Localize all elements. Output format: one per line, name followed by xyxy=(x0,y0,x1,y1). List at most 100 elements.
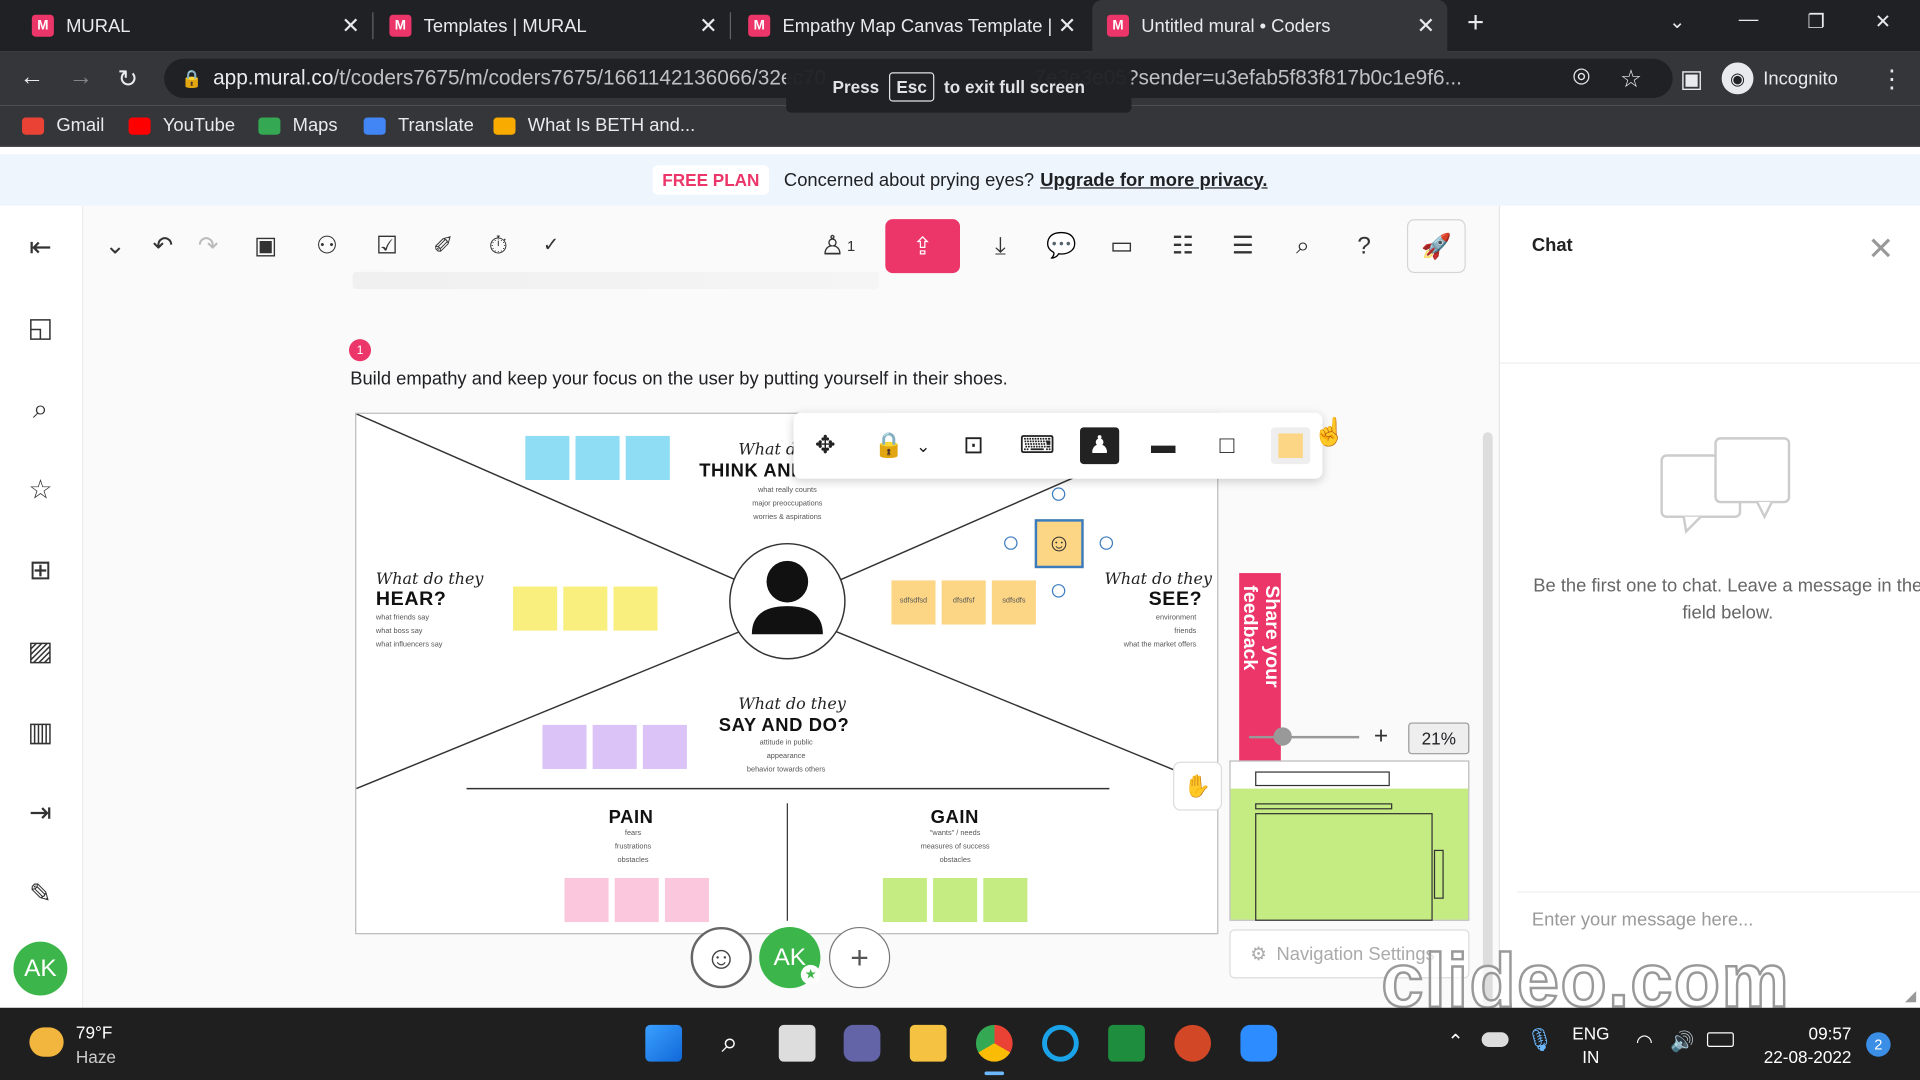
weather-desc[interactable]: Haze xyxy=(76,1047,116,1067)
keyboard-icon[interactable]: ⌨ xyxy=(1018,427,1057,464)
weather-temp[interactable]: 79°F xyxy=(76,1022,112,1042)
outline-list-icon[interactable]: ☰ xyxy=(1225,228,1262,265)
image-icon[interactable]: ▨ xyxy=(23,634,57,668)
sticky-note[interactable] xyxy=(613,586,658,631)
incognito-button[interactable]: ◉ Incognito xyxy=(1721,59,1838,98)
canvas-scrollbar[interactable] xyxy=(1482,432,1493,1008)
sticky-note[interactable] xyxy=(983,877,1028,923)
share-button[interactable]: ⇪ xyxy=(885,219,961,274)
chat-icon[interactable]: ▭ xyxy=(1103,228,1140,265)
zoom-level[interactable]: 21% xyxy=(1408,722,1470,755)
outline-icon[interactable]: ▣ xyxy=(247,228,284,265)
zoom-in-icon[interactable]: + xyxy=(1374,722,1388,750)
sticky-note[interactable] xyxy=(592,724,637,769)
sticky-note[interactable] xyxy=(575,435,620,481)
sticky-note[interactable] xyxy=(614,877,659,923)
eye-off-icon[interactable]: ◎ xyxy=(1572,64,1590,88)
browser-menu-icon[interactable]: ⋮ xyxy=(1880,64,1904,95)
sticky-note-icon[interactable]: ◱ xyxy=(23,311,57,345)
sticky-note[interactable]: dfsdfsf xyxy=(941,580,986,625)
onedrive-icon[interactable] xyxy=(1481,1032,1509,1047)
sticky-note[interactable] xyxy=(542,724,587,769)
close-window-icon[interactable]: ✕ xyxy=(1875,10,1891,34)
activity-icon[interactable]: ☷ xyxy=(1164,228,1201,265)
file-explorer-icon[interactable] xyxy=(909,1024,947,1062)
chevron-up-icon[interactable]: ⌃ xyxy=(1447,1030,1463,1054)
sticky-note[interactable] xyxy=(513,586,558,631)
search-icon[interactable]: ⌕ xyxy=(711,1025,748,1062)
sticky-color-swatch[interactable] xyxy=(1271,427,1311,465)
start-windows-icon[interactable] xyxy=(645,1024,683,1062)
bookmark-beth[interactable]: What Is BETH and... xyxy=(493,115,695,136)
close-tab-icon[interactable]: ✕ xyxy=(699,13,717,39)
move-icon[interactable]: ✥ xyxy=(806,427,845,464)
favorites-star-icon[interactable]: ☆ xyxy=(23,473,57,507)
pan-hand-icon[interactable]: ✋ xyxy=(1173,761,1223,811)
pen-icon[interactable]: ✎ xyxy=(23,877,57,911)
microphone-icon[interactable]: 🎙 xyxy=(1526,1027,1554,1053)
sticky-note[interactable]: sdfsdfs xyxy=(991,580,1036,625)
sticky-note[interactable] xyxy=(625,435,670,481)
private-mode-icon[interactable]: ⚇ xyxy=(309,228,346,265)
close-tab-icon[interactable]: ✕ xyxy=(342,13,360,39)
battery-icon[interactable] xyxy=(1706,1032,1734,1047)
browser-tab[interactable]: M MURAL ✕ xyxy=(17,0,374,51)
minimize-icon[interactable]: — xyxy=(1739,10,1759,32)
empathy-map-board[interactable]: What do they THINK AND FEEL? what really… xyxy=(355,412,1220,935)
selected-sticky-note[interactable]: ☺ xyxy=(1034,519,1084,569)
focus-icon[interactable]: ⊡ xyxy=(954,427,993,464)
import-icon[interactable]: ⇥ xyxy=(23,796,57,830)
reactions-button[interactable]: ☺ xyxy=(690,926,752,989)
wifi-icon[interactable]: ◠ xyxy=(1636,1030,1653,1054)
help-icon[interactable]: ? xyxy=(1346,228,1383,265)
bookmark-gmail[interactable]: Gmail xyxy=(22,115,104,136)
task-view-icon[interactable] xyxy=(778,1024,816,1062)
zoom-slider-handle[interactable] xyxy=(1273,727,1292,746)
reload-icon[interactable]: ↻ xyxy=(118,64,139,95)
clock[interactable]: 09:57 22-08-2022 xyxy=(1753,1022,1852,1069)
powerpoint-icon[interactable] xyxy=(1174,1024,1212,1062)
exit-icon[interactable]: ⇤ xyxy=(23,230,57,264)
sticky-note[interactable] xyxy=(525,435,570,481)
restore-icon[interactable]: ❐ xyxy=(1807,10,1825,34)
tab-search-icon[interactable]: ⌄ xyxy=(1669,10,1685,34)
library-icon[interactable]: ▥ xyxy=(23,715,57,749)
volume-icon[interactable]: 🔊 xyxy=(1670,1030,1694,1054)
weather-icon[interactable] xyxy=(29,1027,64,1057)
close-icon[interactable]: ✕ xyxy=(1867,230,1894,268)
sticky-note[interactable] xyxy=(664,877,709,923)
bookmark-maps[interactable]: Maps xyxy=(258,115,338,136)
sticky-note[interactable] xyxy=(882,877,927,923)
chevron-down-icon[interactable]: ⌄ xyxy=(97,228,134,265)
selection-handle[interactable] xyxy=(1004,536,1018,550)
notification-badge[interactable]: 2 xyxy=(1866,1032,1891,1057)
search-icon[interactable]: ⌕ xyxy=(1285,228,1322,265)
zoom-slider[interactable] xyxy=(1248,735,1360,739)
undo-icon[interactable]: ↶ xyxy=(144,228,181,265)
side-panel-icon[interactable]: ▣ xyxy=(1680,64,1703,95)
bookmark-translate[interactable]: Translate xyxy=(363,115,474,136)
cortana-icon[interactable] xyxy=(1042,1024,1079,1062)
chevron-down-icon[interactable]: ⌄ xyxy=(904,427,943,464)
rocket-icon[interactable]: 🚀 xyxy=(1406,219,1466,274)
text-color-icon[interactable]: ♟ xyxy=(1080,427,1120,465)
comments-icon[interactable]: 💬 xyxy=(1043,228,1080,265)
voting-icon[interactable]: ✓ xyxy=(533,228,570,265)
browser-tab-active[interactable]: M Untitled mural • Coders ✕ xyxy=(1092,0,1448,52)
teams-chat-icon[interactable] xyxy=(843,1024,881,1062)
meet-icon[interactable] xyxy=(1108,1024,1145,1062)
sticky-note[interactable] xyxy=(564,877,609,923)
redo-icon[interactable]: ↷ xyxy=(190,228,227,265)
laser-pointer-icon[interactable]: ✐ xyxy=(425,228,462,265)
facilitation-icon[interactable]: ☑ xyxy=(369,228,406,265)
highlight-icon[interactable]: ▬ xyxy=(1144,427,1183,464)
sticky-note[interactable] xyxy=(933,877,978,923)
export-icon[interactable]: ⤓ xyxy=(982,228,1019,265)
user-avatar[interactable]: AK xyxy=(13,941,68,996)
back-icon[interactable]: ← xyxy=(20,64,44,92)
upgrade-link[interactable]: Upgrade for more privacy. xyxy=(1040,170,1267,191)
close-tab-icon[interactable]: ✕ xyxy=(1417,13,1435,39)
selection-handle[interactable] xyxy=(1051,487,1066,501)
new-tab-icon[interactable]: + xyxy=(1467,6,1484,40)
browser-tab[interactable]: M Templates | MURAL ✕ xyxy=(375,0,732,51)
